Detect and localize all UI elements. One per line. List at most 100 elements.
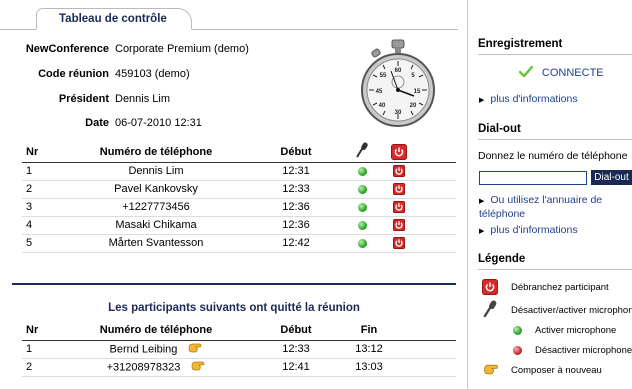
info-value: 459103 (demo) xyxy=(115,68,190,80)
table-row: 5 Mårten Svantesson 12:42 xyxy=(22,234,456,253)
col-start: Début xyxy=(250,320,342,341)
power-icon xyxy=(391,143,407,160)
table-row: 1 Bernd Leibing 12:33 13:12 xyxy=(22,340,456,359)
recording-status: CONNECTE xyxy=(518,65,604,80)
info-value: Dennis Lim xyxy=(115,93,171,105)
row-phone: +31208978323 xyxy=(106,360,181,373)
legend-label: Désactiver microphone xyxy=(535,345,632,356)
mic-on-toggle[interactable] xyxy=(357,166,367,176)
row-phone-cell: Bernd Leibing xyxy=(62,340,250,359)
row-nr: 1 xyxy=(22,340,62,359)
row-phone: Bernd Leibing xyxy=(109,342,178,355)
disconnect-button[interactable] xyxy=(393,183,405,196)
mic-on-toggle[interactable] xyxy=(357,238,367,248)
row-phone-cell: +31208978323 xyxy=(62,358,250,377)
svg-text:30: 30 xyxy=(395,110,402,116)
row-phone: +1227773456 xyxy=(62,198,250,217)
redial-hand-icon[interactable] xyxy=(191,360,205,375)
row-phone: Pavel Kankovsky xyxy=(62,180,250,199)
power-icon xyxy=(482,279,498,295)
dialout-phone-input[interactable] xyxy=(479,171,587,185)
info-label: Code réunion xyxy=(38,68,109,80)
info-value: 06-07-2010 12:31 xyxy=(115,117,202,129)
col-start: Début xyxy=(250,142,342,163)
table-row: 4 Masaki Chikama 12:36 xyxy=(22,216,456,235)
col-end: Fin xyxy=(342,320,396,341)
svg-text:55: 55 xyxy=(380,73,387,79)
disconnect-button[interactable] xyxy=(393,165,405,178)
table-row: 2 +31208978323 12:41 13:03 xyxy=(22,358,456,377)
table-header-row: Nr Numéro de téléphone Début Fin xyxy=(22,320,456,341)
row-phone: Dennis Lim xyxy=(62,162,250,181)
dialout-prompt: Donnez le numéro de téléphone xyxy=(478,150,628,162)
recording-heading: Enregistrement xyxy=(478,35,632,55)
info-label: NewConference xyxy=(25,43,109,55)
col-phone: Numéro de téléphone xyxy=(62,320,250,341)
recording-more-label: plus d'informations xyxy=(490,93,578,105)
mic-on-toggle[interactable] xyxy=(357,184,367,194)
bullet-arrow-icon: ▶ xyxy=(479,97,485,104)
legend-label: Activer microphone xyxy=(535,325,617,336)
table-row: 3 +1227773456 12:36 xyxy=(22,198,456,217)
row-start: 12:36 xyxy=(250,216,342,235)
row-nr: 5 xyxy=(22,234,62,253)
bullet-arrow-icon: ▶ xyxy=(479,198,485,205)
info-label: Date xyxy=(85,117,109,129)
tab-control-panel[interactable]: Tableau de contrôle xyxy=(36,8,192,30)
dialout-button[interactable]: Dial-out xyxy=(591,170,632,185)
row-start: 12:31 xyxy=(250,162,342,181)
svg-text:40: 40 xyxy=(379,103,386,109)
legend-label: Composer à nouveau xyxy=(511,365,602,376)
row-phone: Mårten Svantesson xyxy=(62,234,250,253)
directory-link[interactable]: ▶ Ou utilisez l'annuaire de téléphone xyxy=(479,194,629,220)
mic-on-toggle[interactable] xyxy=(357,220,367,230)
row-start: 12:42 xyxy=(250,234,342,253)
disconnect-button[interactable] xyxy=(393,201,405,214)
row-end: 13:12 xyxy=(342,340,396,359)
disconnect-button[interactable] xyxy=(393,219,405,232)
row-start: 12:41 xyxy=(250,358,342,377)
svg-text:15: 15 xyxy=(414,89,421,95)
row-nr: 1 xyxy=(22,162,62,181)
svg-text:45: 45 xyxy=(376,89,383,95)
left-participants-title: Les participants suivants ont quitté la … xyxy=(108,302,360,314)
dialout-heading: Dial-out xyxy=(478,120,632,140)
row-start: 12:33 xyxy=(250,340,342,359)
row-nr: 2 xyxy=(22,358,62,377)
col-mic xyxy=(342,142,382,163)
dialout-more-label: plus d'informations xyxy=(490,224,578,236)
table-row: 2 Pavel Kankovsky 12:33 xyxy=(22,180,456,199)
recording-status-text: CONNECTE xyxy=(541,66,604,79)
check-icon xyxy=(518,65,534,80)
legend-label: Débranchez participant xyxy=(511,282,609,293)
info-value: Corporate Premium (demo) xyxy=(115,43,249,55)
red-dot-icon xyxy=(513,346,522,355)
svg-text:20: 20 xyxy=(410,103,417,109)
redial-hand-icon[interactable] xyxy=(188,342,202,357)
mic-on-toggle[interactable] xyxy=(357,202,367,212)
stopwatch-icon: 60 5 15 20 30 40 45 55 xyxy=(358,38,438,131)
recording-more-link[interactable]: ▶ plus d'informations xyxy=(479,93,578,105)
col-phone: Numéro de téléphone xyxy=(62,142,250,163)
col-nr: Nr xyxy=(22,320,62,341)
tab-bar: Tableau de contrôle xyxy=(0,0,458,30)
redial-hand-icon xyxy=(483,363,499,379)
microphone-icon xyxy=(482,300,498,321)
col-disconnect xyxy=(382,142,416,163)
row-start: 12:33 xyxy=(250,180,342,199)
row-end: 13:03 xyxy=(342,358,396,377)
dialout-more-link[interactable]: ▶ plus d'informations xyxy=(479,224,578,236)
row-phone: Masaki Chikama xyxy=(62,216,250,235)
info-label: Président xyxy=(58,93,109,105)
legend-label: Désactiver/activer microphone xyxy=(511,305,632,316)
bullet-arrow-icon: ▶ xyxy=(479,228,485,235)
col-nr: Nr xyxy=(22,142,62,163)
disconnect-button[interactable] xyxy=(393,237,405,250)
row-start: 12:36 xyxy=(250,198,342,217)
directory-label: Ou utilisez l'annuaire de téléphone xyxy=(479,194,603,220)
left-participants-table: Nr Numéro de téléphone Début Fin 1 Bernd… xyxy=(22,320,456,377)
row-nr: 4 xyxy=(22,216,62,235)
table-row: 1 Dennis Lim 12:31 xyxy=(22,162,456,181)
row-nr: 2 xyxy=(22,180,62,199)
green-dot-icon xyxy=(513,326,522,335)
